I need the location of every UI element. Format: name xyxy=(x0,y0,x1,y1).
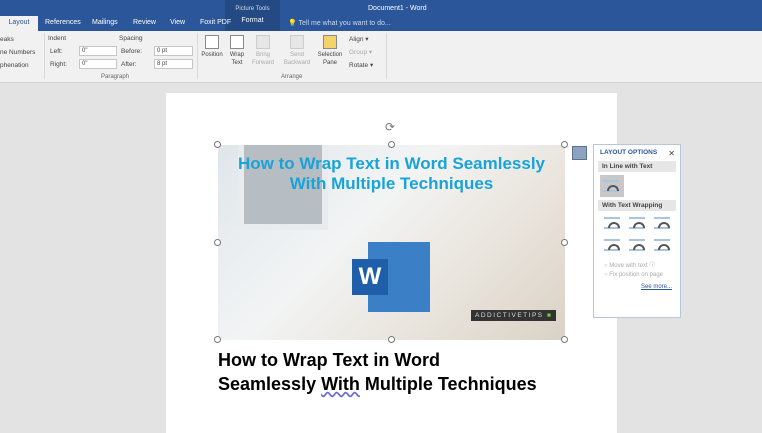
rotate-button[interactable]: Rotate ▾ xyxy=(349,61,373,69)
brand-watermark: ADDICTIVETIPS ■ xyxy=(471,310,557,321)
close-icon[interactable]: ✕ xyxy=(668,149,675,158)
bring-forward-icon xyxy=(256,35,270,49)
resize-handle[interactable] xyxy=(561,141,568,148)
tab-format[interactable]: Format xyxy=(225,12,280,24)
indent-right-input[interactable]: 0" xyxy=(79,59,117,69)
inline-header: In Line with Text xyxy=(598,161,676,172)
wrap-text-icon xyxy=(230,35,244,49)
resize-handle[interactable] xyxy=(561,239,568,246)
rotate-handle-icon[interactable]: ⟳ xyxy=(385,120,395,134)
align-button[interactable]: Align ▾ xyxy=(349,35,369,43)
tab-layout[interactable]: Layout xyxy=(0,16,38,31)
indent-right-label: Right: xyxy=(50,61,67,68)
layout-options-title: LAYOUT OPTIONS xyxy=(600,149,658,156)
send-backward-button[interactable]: Send Backward xyxy=(280,35,314,67)
selection-pane-icon xyxy=(323,35,337,49)
tab-mailings[interactable]: Mailings xyxy=(92,19,118,26)
divider xyxy=(386,33,387,79)
group-button[interactable]: Group ▾ xyxy=(349,48,372,56)
spellcheck-underline: With xyxy=(321,374,360,394)
selected-picture[interactable]: How to Wrap Text in Word Seamlessly With… xyxy=(218,145,565,340)
resize-handle[interactable] xyxy=(214,239,221,246)
document-heading[interactable]: How to Wrap Text in Word Seamlessly With… xyxy=(218,348,537,396)
top-bottom-wrap-icon[interactable] xyxy=(604,239,620,251)
indent-left-input[interactable]: 0" xyxy=(79,46,117,56)
hyphenation-button[interactable]: phenation xyxy=(0,62,29,69)
tell-me-box[interactable]: 💡 Tell me what you want to do... xyxy=(288,19,391,27)
window-title: Document1 - Word xyxy=(368,5,427,12)
indent-label: Indent xyxy=(48,35,67,42)
spacing-after-input[interactable]: 8 pt xyxy=(154,59,193,69)
behind-text-icon[interactable] xyxy=(629,239,645,251)
fix-position-radio[interactable]: ○ Fix position on page xyxy=(604,272,664,278)
paragraph-group-label: Paragraph xyxy=(101,74,130,80)
selection-pane-button[interactable]: Selection Pane xyxy=(316,35,344,67)
divider xyxy=(44,33,45,79)
tab-view[interactable]: View xyxy=(170,19,185,26)
resize-handle[interactable] xyxy=(388,336,395,343)
position-button[interactable]: Position xyxy=(199,35,225,59)
divider xyxy=(197,33,198,79)
bring-forward-button[interactable]: Bring Forward xyxy=(249,35,277,67)
word-logo-icon: W xyxy=(352,242,430,320)
spacing-label: Spacing xyxy=(119,35,143,42)
tab-foxit-pdf[interactable]: Foxit PDF xyxy=(200,19,231,26)
spacing-after-label: After: xyxy=(121,61,137,68)
position-icon xyxy=(205,35,219,49)
picture-title-text: How to Wrap Text in Word Seamlessly With… xyxy=(237,154,545,193)
move-with-text-radio[interactable]: ○ Move with text ⓘ xyxy=(604,260,680,269)
resize-handle[interactable] xyxy=(214,141,221,148)
wrap-header: With Text Wrapping xyxy=(598,200,676,211)
ribbon: eaks ne Numbers phenation Indent Left: 0… xyxy=(0,31,762,83)
tab-review[interactable]: Review xyxy=(133,19,156,26)
tab-references[interactable]: References xyxy=(45,19,81,26)
line-numbers-button[interactable]: ne Numbers xyxy=(0,49,35,56)
inline-wrap-icon xyxy=(603,180,619,192)
resize-handle[interactable] xyxy=(561,336,568,343)
breaks-button[interactable]: eaks xyxy=(0,36,14,43)
tight-wrap-icon[interactable] xyxy=(629,217,645,229)
layout-options-pane: LAYOUT OPTIONS ✕ In Line with Text With … xyxy=(593,144,681,318)
inline-option[interactable] xyxy=(600,175,624,197)
arrange-group-label: Arrange xyxy=(281,74,303,80)
through-wrap-icon[interactable] xyxy=(654,217,670,229)
layout-options-button[interactable] xyxy=(572,146,587,160)
spacing-before-label: Before: xyxy=(121,48,142,55)
send-backward-icon xyxy=(290,35,304,49)
wrap-text-button[interactable]: Wrap Text xyxy=(226,35,248,67)
tell-me-text: Tell me what you want to do... xyxy=(298,20,391,27)
indent-left-label: Left: xyxy=(50,48,63,55)
context-group-label: Picture Tools xyxy=(235,6,270,12)
resize-handle[interactable] xyxy=(214,336,221,343)
resize-handle[interactable] xyxy=(388,141,395,148)
picture-tools-context: Picture Tools Format xyxy=(225,0,280,31)
in-front-text-icon[interactable] xyxy=(654,239,670,251)
lightbulb-icon: 💡 xyxy=(288,20,297,27)
spacing-before-input[interactable]: 0 pt xyxy=(154,46,193,56)
see-more-link[interactable]: See more... xyxy=(594,278,680,290)
square-wrap-icon[interactable] xyxy=(604,217,620,229)
